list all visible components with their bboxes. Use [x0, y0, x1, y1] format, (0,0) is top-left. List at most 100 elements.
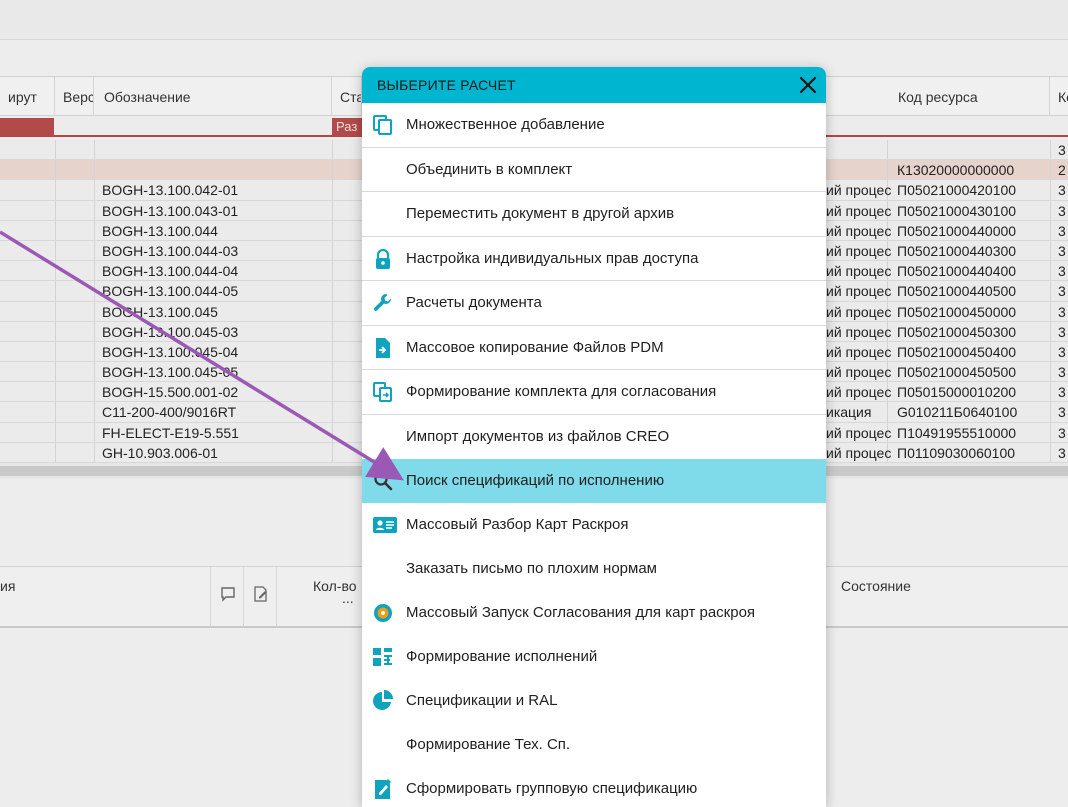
- cell-process: ий процес: [826, 303, 892, 320]
- cell-resource-code: П05021000430100: [897, 202, 1017, 219]
- lower-col-name[interactable]: ия: [0, 567, 15, 627]
- menu-item-9[interactable]: Массовый Разбор Карт Раскроя: [362, 503, 826, 547]
- cell-process: икация: [826, 404, 872, 421]
- menu-item-13[interactable]: Спецификации и RAL: [362, 679, 826, 723]
- cell-extra: 3: [1058, 242, 1066, 259]
- id-card-icon: [372, 514, 397, 536]
- wrench-icon: [372, 292, 394, 314]
- menu-item-7[interactable]: Импорт документов из файлов CREO: [362, 415, 826, 459]
- cell-resource-code: П05021000420100: [897, 182, 1017, 199]
- edit-note-icon[interactable]: [253, 578, 269, 638]
- cell-resource-code: К13020000000000: [897, 162, 1015, 179]
- col-header-resource-code[interactable]: Код ресурса: [887, 77, 1050, 117]
- close-icon[interactable]: [796, 73, 820, 97]
- col-header-status[interactable]: Ста: [332, 77, 362, 117]
- cell-extra: 3: [1058, 444, 1066, 461]
- cell-resource-code: G010211Б0640100: [897, 404, 1018, 421]
- menu-item-label: Множественное добавление: [406, 116, 605, 133]
- menu-item-label: Массовый Запуск Согласования для карт ра…: [406, 603, 756, 621]
- menu-item-14[interactable]: Формирование Тех. Сп.: [362, 723, 826, 767]
- filter-route[interactable]: [0, 118, 54, 136]
- cell-designation: BOGH-13.100.042-01: [102, 182, 239, 199]
- lower-col-state[interactable]: Состояние: [841, 567, 911, 627]
- cell-designation: BOGH-13.100.044: [102, 222, 218, 239]
- cell-designation: BOGH-13.100.044-05: [102, 283, 239, 300]
- menu-item-label: Заказать письмо по плохим нормам: [406, 559, 657, 577]
- cell-extra: 3: [1058, 384, 1066, 401]
- cell-extra: 3: [1058, 364, 1066, 381]
- cell-designation: C11-200-400/9016RT: [102, 404, 237, 421]
- comment-icon[interactable]: [220, 578, 236, 638]
- cell-extra: 3: [1058, 323, 1066, 340]
- cell-extra: 3: [1058, 263, 1066, 280]
- cell-process: ий процес: [826, 384, 892, 401]
- cell-process: ий процес: [826, 242, 892, 259]
- menu-item-label: Формирование исполнений: [406, 647, 598, 665]
- menu-item-15[interactable]: Сформировать групповую спецификацию: [362, 767, 826, 807]
- cell-process: ий процес: [826, 444, 892, 461]
- cell-designation: BOGH-13.100.045-03: [102, 323, 239, 340]
- col-header-extra[interactable]: Ко: [1050, 77, 1068, 117]
- lower-col-qty-more: ...: [342, 590, 354, 606]
- menu-item-4[interactable]: Расчеты документа: [362, 281, 826, 326]
- cell-extra: 3: [1058, 343, 1066, 360]
- top-bar: [0, 0, 1068, 40]
- cell-extra: 3: [1058, 222, 1066, 239]
- col-header-version[interactable]: Верс: [55, 77, 94, 117]
- menu-item-label: Спецификации и RAL: [406, 691, 558, 709]
- menu-item-8[interactable]: Поиск спецификаций по исполнению: [362, 458, 826, 503]
- cell-resource-code: П05021000440000: [897, 222, 1017, 239]
- menu-item-0[interactable]: Множественное добавление: [362, 103, 826, 148]
- menu-item-5[interactable]: Массовое копирование Файлов PDM: [362, 326, 826, 370]
- cell-process: ий процес: [826, 182, 892, 199]
- cell-process: ий процес: [826, 222, 892, 239]
- cell-process: ий процес: [826, 283, 892, 300]
- cell-process: ий процес: [826, 202, 892, 219]
- cell-designation: BOGH-13.100.044-03: [102, 242, 239, 259]
- menu-item-label: Настройка индивидуальных прав доступа: [406, 249, 699, 267]
- menu-item-label: Массовый Разбор Карт Раскроя: [406, 515, 629, 533]
- cell-resource-code: П10491955510000: [897, 424, 1017, 441]
- cell-resource-code: П01109030060100: [897, 444, 1016, 461]
- file-import-icon: [372, 337, 394, 359]
- cell-resource-code: П05015000010200: [897, 384, 1017, 401]
- menu-item-10[interactable]: Заказать письмо по плохим нормам: [362, 547, 826, 591]
- cell-extra: 3: [1058, 182, 1066, 199]
- menu-item-3[interactable]: Настройка индивидуальных прав доступа: [362, 237, 826, 281]
- cell-designation: FH-ELECT-E19-5.551: [102, 424, 239, 441]
- cell-resource-code: П05021000440400: [897, 263, 1017, 280]
- cell-extra: 3: [1058, 303, 1066, 320]
- cell-designation: BOGH-15.500.001-02: [102, 384, 239, 401]
- cell-process: ий процес: [826, 323, 892, 340]
- pie-chart-icon: [372, 689, 394, 712]
- col-header-route[interactable]: ирут: [0, 77, 55, 117]
- menu-item-6[interactable]: Формирование комплекта для согласования: [362, 370, 826, 415]
- cell-extra: 3: [1058, 404, 1066, 421]
- menu-item-label: Переместить документ в другой архив: [406, 205, 675, 222]
- cell-resource-code: П05021000450500: [897, 364, 1017, 381]
- menu-item-1[interactable]: Объединить в комплект: [362, 148, 826, 192]
- menu-item-label: Формирование Тех. Сп.: [406, 735, 571, 753]
- cell-designation: BOGH-13.100.044-04: [102, 263, 239, 280]
- col-header-designation[interactable]: Обозначение: [94, 77, 332, 117]
- cell-extra: 3: [1058, 202, 1066, 219]
- cell-designation: BOGH-13.100.045: [102, 303, 218, 320]
- edit-doc-icon: [372, 778, 394, 800]
- menu-item-2[interactable]: Переместить документ в другой архив: [362, 192, 826, 237]
- cell-resource-code: П05021000440300: [897, 242, 1017, 259]
- cell-designation: GH-10.903.006-01: [102, 444, 218, 461]
- copy-transfer-icon: [372, 381, 394, 403]
- lock-icon: [372, 248, 394, 270]
- select-calculation-dialog: ВЫБЕРИТЕ РАСЧЕТ Множественное добавление…: [362, 67, 826, 807]
- copy-icon: [372, 114, 394, 136]
- dialog-title: ВЫБЕРИТЕ РАСЧЕТ: [377, 77, 516, 93]
- menu-item-12[interactable]: Формирование исполнений: [362, 635, 826, 679]
- orange-badge-icon: [372, 602, 394, 624]
- cell-extra: 3: [1058, 142, 1066, 158]
- cell-resource-code: П05021000450000: [897, 303, 1017, 320]
- filter-status[interactable]: Раз: [332, 118, 362, 136]
- cell-process: ий процес: [826, 364, 892, 381]
- menu-item-label: Объединить в комплект: [406, 160, 573, 178]
- menu-item-label: Расчеты документа: [406, 294, 542, 311]
- menu-item-11[interactable]: Массовый Запуск Согласования для карт ра…: [362, 591, 826, 635]
